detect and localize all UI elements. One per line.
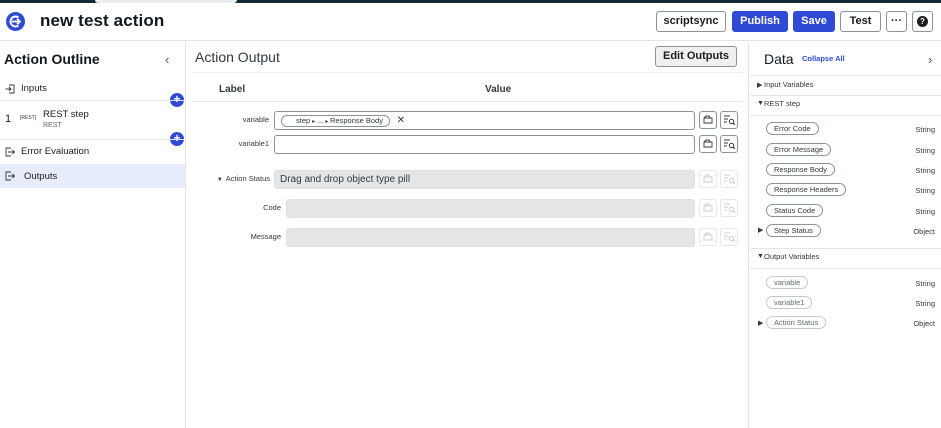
app-header: new test action scriptsync Publish Save … xyxy=(0,3,941,41)
chevron-left-icon[interactable]: ‹ xyxy=(165,52,169,67)
main-title: Action Output xyxy=(195,49,280,65)
drop-zone-placeholder: Drag and drop object type pill xyxy=(280,174,411,185)
outline-item-inputs[interactable]: Inputs xyxy=(0,76,185,100)
outline-item-label: Inputs xyxy=(21,83,47,94)
data-pill-response-body[interactable]: Response Body xyxy=(766,163,835,176)
publish-button[interactable]: Publish xyxy=(732,11,788,32)
data-panel-title: Data xyxy=(764,51,794,67)
data-picker-icon[interactable] xyxy=(720,135,738,153)
caret-down-icon: ▼ xyxy=(757,253,764,260)
caret-down-icon: ▼ xyxy=(757,100,764,107)
outline-item-label: Outputs xyxy=(24,171,58,182)
data-pill-response-headers[interactable]: Response Headers xyxy=(766,183,847,196)
step-index: 1 xyxy=(5,113,12,125)
data-type: Object xyxy=(913,319,935,328)
data-picker-icon xyxy=(720,199,738,217)
outline-item-sublabel: REST xyxy=(43,122,62,129)
action-output-panel: Action Output Edit Outputs Label Value v… xyxy=(186,42,749,428)
data-pill-response-body[interactable]: step ▸ ... ▸ Response Body ✕ xyxy=(281,115,405,127)
output-table-header: Label Value xyxy=(192,72,743,102)
section-output-variables[interactable]: ▼ Output Variables xyxy=(750,252,941,266)
edit-outputs-button[interactable]: Edit Outputs xyxy=(655,46,737,67)
section-input-variables[interactable]: ▶ Input Variables xyxy=(750,80,941,94)
output-label-variable: variable xyxy=(242,115,269,124)
output-label-code: Code xyxy=(263,203,281,212)
value-field-code xyxy=(286,199,695,218)
page-title: new test action xyxy=(40,11,165,30)
output-label-variable1: variable1 xyxy=(238,139,269,148)
data-type: String xyxy=(915,279,935,288)
data-type: String xyxy=(915,299,935,308)
pill-part-mid: ... xyxy=(316,116,324,125)
data-type: String xyxy=(915,186,935,195)
divider xyxy=(750,95,941,96)
output-label-message: Message xyxy=(250,232,281,241)
back-logo-icon[interactable] xyxy=(6,12,25,31)
column-header-label: Label xyxy=(219,84,246,95)
action-status-label: Action Status xyxy=(225,174,270,183)
expand-caret-icon[interactable]: ▶ xyxy=(758,226,763,234)
data-pill-step-status[interactable]: Step Status xyxy=(766,224,821,237)
outline-title: Action Outline xyxy=(4,51,100,67)
script-toggle-icon[interactable] xyxy=(699,135,717,153)
test-button[interactable]: Test xyxy=(840,11,881,32)
data-pill-error-message[interactable]: Error Message xyxy=(766,143,832,156)
outline-item-rest-step[interactable]: 1 [REST] REST step REST xyxy=(0,101,185,138)
data-picker-icon xyxy=(720,170,738,188)
output-label-action-status[interactable]: ▼ Action Status xyxy=(212,174,270,183)
drop-zone-action-status[interactable]: Drag and drop object type pill xyxy=(274,170,695,189)
help-icon[interactable]: ? xyxy=(912,11,933,32)
outline-item-label: Error Evaluation xyxy=(21,146,90,157)
section-rest-step[interactable]: ▼ REST step xyxy=(750,99,941,113)
more-options-icon[interactable]: ··· xyxy=(886,11,907,32)
data-pill-variable[interactable]: variable xyxy=(766,276,809,289)
data-type: String xyxy=(915,207,935,216)
collapse-all-link[interactable]: Collapse All xyxy=(802,54,845,63)
divider xyxy=(750,268,941,269)
section-title: Input Variables xyxy=(764,80,814,89)
divider xyxy=(750,248,941,249)
inputs-icon xyxy=(5,84,15,94)
outputs-icon xyxy=(5,171,15,181)
value-field-variable[interactable]: step ▸ ... ▸ Response Body ✕ xyxy=(274,111,695,130)
data-type: String xyxy=(915,125,935,134)
data-panel: Data Collapse All › ▶ Input Variables ▼ … xyxy=(750,42,941,428)
data-pill-error-code[interactable]: Error Code xyxy=(766,122,819,135)
script-toggle-icon xyxy=(699,228,717,246)
data-type: String xyxy=(915,146,935,155)
outline-item-outputs[interactable]: Outputs xyxy=(0,164,185,188)
data-pill-status-code[interactable]: Status Code xyxy=(766,204,824,217)
script-toggle-icon xyxy=(699,199,717,217)
caret-right-icon: ▶ xyxy=(757,82,763,89)
divider xyxy=(750,75,941,76)
remove-pill-icon[interactable]: ✕ xyxy=(397,116,405,126)
save-button[interactable]: Save xyxy=(793,11,835,32)
chevron-right-icon[interactable]: › xyxy=(928,52,932,67)
data-pill-action-status[interactable]: Action Status xyxy=(766,316,827,329)
script-toggle-icon[interactable] xyxy=(699,111,717,129)
scriptsync-button[interactable]: scriptsync xyxy=(656,11,726,32)
data-picker-icon xyxy=(720,228,738,246)
outline-item-label: REST step xyxy=(43,109,89,120)
script-toggle-icon xyxy=(699,170,717,188)
error-evaluation-icon xyxy=(5,147,15,157)
expand-caret-icon[interactable]: ▼ xyxy=(217,177,223,183)
pill-part-last: Response Body xyxy=(330,116,383,125)
rest-badge-icon: [REST] xyxy=(20,115,37,121)
pill-part-first: step xyxy=(296,116,311,125)
data-picker-icon[interactable] xyxy=(720,111,738,129)
outline-item-error-evaluation[interactable]: Error Evaluation xyxy=(0,140,185,164)
expand-caret-icon[interactable]: ▶ xyxy=(758,319,763,327)
value-field-variable1[interactable] xyxy=(274,135,695,154)
value-field-message xyxy=(286,228,695,247)
column-header-value: Value xyxy=(485,84,512,95)
divider xyxy=(750,115,941,116)
section-title: Output Variables xyxy=(764,252,820,261)
data-type: String xyxy=(915,166,935,175)
data-type: Object xyxy=(913,227,935,236)
section-title: REST step xyxy=(764,99,801,108)
help-glyph: ? xyxy=(917,16,928,27)
data-pill-variable1[interactable]: variable1 xyxy=(766,296,813,309)
action-outline-panel: Action Outline ‹ Inputs + 1 [REST] REST … xyxy=(0,42,186,428)
